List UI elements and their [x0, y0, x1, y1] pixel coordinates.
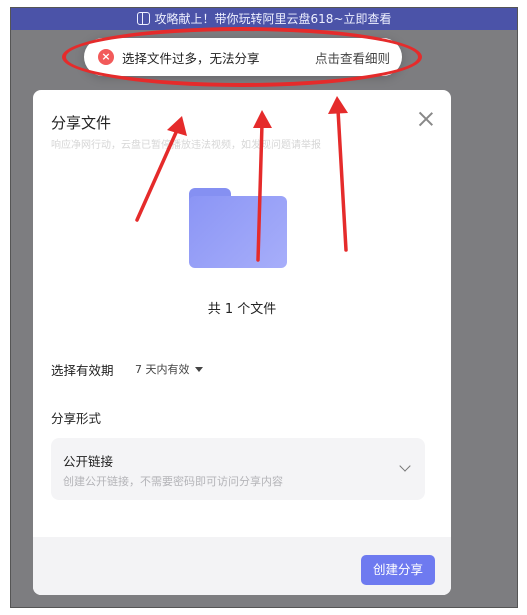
- expiry-select[interactable]: 7 天内有效: [135, 361, 203, 377]
- gift-icon: [136, 12, 150, 25]
- annotation-highlight-ring: [62, 27, 422, 87]
- option-title: 公开链接: [63, 454, 114, 469]
- share-form-label: 分享形式: [51, 411, 102, 426]
- share-dialog: 分享文件 响应净网行动，云盘已暂停播放违法视频，如发现问题请举报 共 1 个文件…: [33, 90, 451, 595]
- banner-text: 攻略献上！带你玩转阿里云盘618~立即查看: [154, 12, 392, 26]
- dialog-subtitle: 响应净网行动，云盘已暂停播放违法视频，如发现问题请举报: [51, 140, 321, 151]
- folder-icon: [189, 188, 287, 268]
- expiry-label: 选择有效期: [51, 363, 114, 378]
- file-count: 共 1 个文件: [207, 302, 277, 317]
- create-share-button[interactable]: 创建分享: [361, 555, 435, 585]
- chevron-down-icon[interactable]: [399, 460, 411, 472]
- dialog-footer: 创建分享: [33, 537, 451, 595]
- share-option-public-link[interactable]: 公开链接 创建公开链接，不需要密码即可访问分享内容: [51, 438, 425, 500]
- expiry-value: 7 天内有效: [135, 363, 190, 376]
- option-description: 创建公开链接，不需要密码即可访问分享内容: [63, 475, 283, 488]
- dialog-title: 分享文件: [51, 114, 112, 132]
- caret-down-icon: [194, 367, 203, 372]
- close-icon[interactable]: [417, 110, 435, 128]
